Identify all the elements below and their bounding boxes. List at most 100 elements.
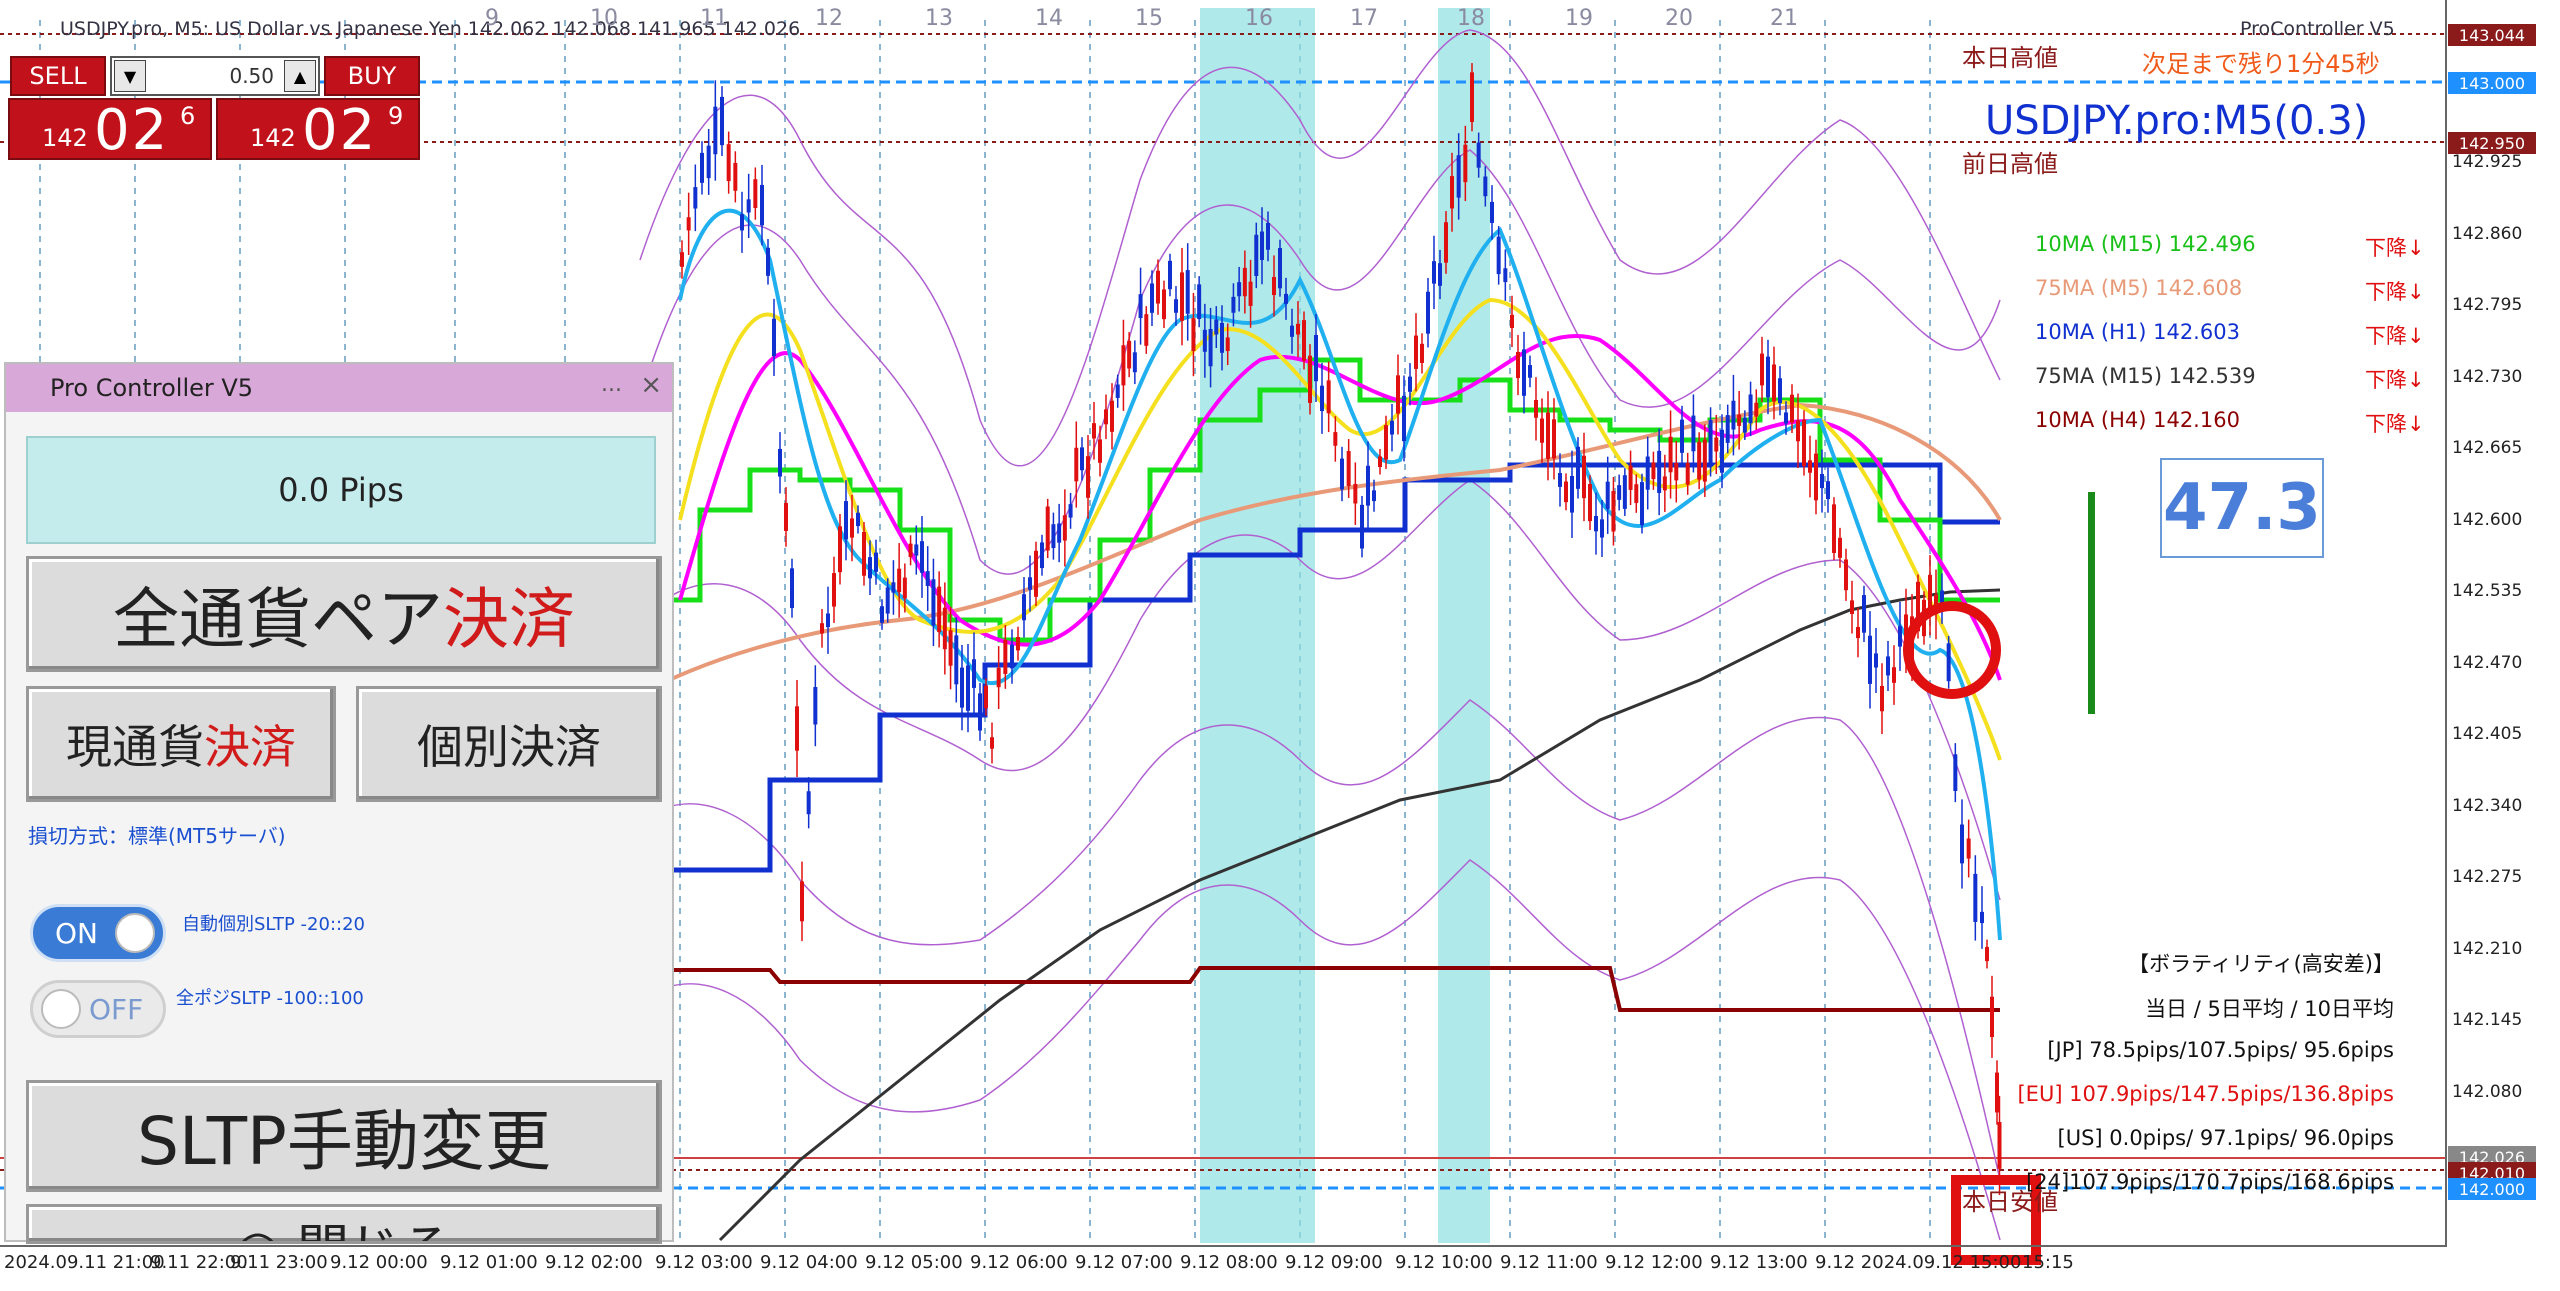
countdown-label: 次足まで残り1分45秒: [2142, 50, 2380, 78]
time-axis-label: 9.12 02:00: [545, 1252, 643, 1273]
ask-price-big: 02: [302, 98, 378, 163]
date-label: 15: [1135, 6, 1163, 31]
time-axis-label: 9.12 2024.09.12 15:00: [1815, 1252, 2022, 1273]
volatility-row: [24]107.9pips/170.7pips/168.6pips: [2026, 1170, 2394, 1194]
time-axis-label: 9.12 10:00: [1395, 1252, 1493, 1273]
panel-title: Pro Controller V5: [50, 374, 254, 402]
big-number-box: 47.3: [2160, 458, 2324, 558]
price-tag: 143.000: [2448, 72, 2536, 94]
all-position-sltp-toggle[interactable]: OFF: [30, 980, 166, 1038]
highlight-band: [1200, 8, 1315, 1243]
price-axis-label: 142.275: [2452, 867, 2523, 887]
prev-high-label: 前日高値: [1962, 150, 2058, 178]
price-axis-label: 142.925: [2452, 152, 2523, 172]
toggle-off-label: OFF: [89, 993, 144, 1026]
all-sltp-desc: 全ポジSLTP -100::100: [176, 988, 364, 1009]
close-icon[interactable]: ×: [640, 370, 662, 400]
stoploss-method: 損切方式：標準(MT5サーバ): [28, 824, 286, 848]
bid-price-small: 142: [42, 124, 88, 152]
price-axis-label: 142.860: [2452, 223, 2523, 244]
time-axis-label: 9.12 01:00: [440, 1252, 538, 1273]
close-individual-button[interactable]: 個別決済: [356, 686, 662, 802]
ask-price-small: 142: [250, 124, 296, 152]
auto-sltp-desc: 自動個別SLTP -20::20: [182, 914, 365, 935]
price-axis-label: 142.535: [2452, 581, 2523, 601]
time-axis-label: 9.12 08:00: [1180, 1252, 1278, 1273]
date-label: 18: [1457, 6, 1485, 31]
time-axis-label: 9.12 07:00: [1075, 1252, 1173, 1273]
date-label: 13: [925, 6, 953, 31]
date-label: 19: [1565, 6, 1593, 31]
close-current-label-red: 決済: [204, 720, 296, 774]
panel-title-bar[interactable]: Pro Controller V5 ... ×: [6, 364, 672, 412]
minimize-icon[interactable]: ...: [601, 372, 622, 397]
ask-price-pipette: 9: [388, 102, 404, 130]
ma-row-label: 10MA (M15) 142.496: [2035, 232, 2256, 256]
time-axis-label: 9.12 04:00: [760, 1252, 858, 1273]
date-label: 21: [1770, 6, 1798, 31]
price-axis-label: 142.340: [2452, 795, 2523, 816]
price-axis-label: 142.080: [2452, 1081, 2523, 1102]
toggle-on-label: ON: [55, 917, 98, 950]
ask-price[interactable]: 142 02 9: [216, 98, 420, 163]
sell-button[interactable]: SELL: [10, 56, 106, 96]
one-click-trade-panel: SELL ▼ 0.50 ▲ BUY 142 02 6 142 02 9: [6, 52, 420, 163]
date-label: 16: [1245, 6, 1273, 31]
price-axis-label: 142.405: [2452, 724, 2523, 744]
time-axis-label: 9.12 06:00: [970, 1252, 1068, 1273]
volatility-row: [US] 0.0pips/ 97.1pips/ 96.0pips: [2057, 1126, 2394, 1150]
price-tag: 143.044: [2448, 24, 2536, 46]
close-all-label-red: 決済: [443, 581, 575, 658]
time-axis-label: 15:15: [2022, 1252, 2074, 1273]
close-current-pair-button[interactable]: 現通貨 決済: [26, 686, 336, 802]
date-label: 10: [590, 6, 618, 31]
bid-price[interactable]: 142 02 6: [8, 98, 212, 162]
time-axis-label: 9.12 00:00: [330, 1252, 428, 1273]
ma-row-trend: 下降↓: [2365, 324, 2425, 348]
price-tag: 142.000: [2448, 1178, 2536, 1200]
price-axis-label: 142.730: [2452, 366, 2523, 387]
date-label: 17: [1350, 6, 1378, 31]
pips-display: 0.0 Pips: [26, 436, 656, 544]
time-axis-label: 9.12 12:00: [1605, 1252, 1703, 1273]
mt5-chart-window: USDJPY.pro, M5: US Dollar vs Japanese Ye…: [0, 0, 2560, 1291]
ma-row-trend: 下降↓: [2365, 280, 2425, 304]
time-axis-label: 9.12 11:00: [1500, 1252, 1598, 1273]
price-tag: 142.950: [2448, 132, 2536, 154]
lot-value[interactable]: 0.50: [148, 64, 282, 88]
top-right-label: ProController V5: [2240, 18, 2395, 40]
auto-sltp-toggle[interactable]: ON: [30, 904, 166, 962]
price-axis-label: 142.470: [2452, 652, 2523, 673]
volatility-row: [EU] 107.9pips/147.5pips/136.8pips: [2017, 1082, 2394, 1106]
sltp-manual-change-button[interactable]: SLTP手動変更: [26, 1080, 662, 1192]
ma-row-label: 10MA (H1) 142.603: [2035, 320, 2240, 344]
ma-row-label: 75MA (M5) 142.608: [2035, 276, 2243, 300]
price-axis-label: 142.145: [2452, 1010, 2523, 1030]
lot-down-icon[interactable]: ▼: [114, 60, 146, 92]
today-high-label: 本日高値: [1962, 44, 2058, 72]
volatility-subtitle: 当日 / 5日平均 / 10日平均: [2145, 997, 2394, 1021]
close-panel-button[interactable]: ◎ 閉じる: [26, 1204, 662, 1244]
buy-button[interactable]: BUY: [324, 56, 420, 96]
ma-row-label: 75MA (M15) 142.539: [2035, 364, 2256, 388]
time-axis-label: 9.12 13:00: [1710, 1252, 1808, 1273]
date-label: 12: [815, 6, 843, 31]
price-axis-label: 142.795: [2452, 295, 2523, 315]
ma-row-trend: 下降↓: [2365, 412, 2425, 436]
close-all-pairs-button[interactable]: 全通貨ペア 決済: [26, 556, 662, 672]
time-axis-label: 9.12 05:00: [865, 1252, 963, 1273]
volatility-title: 【ボラティリティ(高安差)】: [2128, 952, 2394, 976]
date-label: 20: [1665, 6, 1693, 31]
time-axis-label: 2024.09.11 21:00: [4, 1252, 165, 1273]
price-axis-label: 142.665: [2452, 438, 2523, 458]
date-label: 11: [700, 6, 728, 31]
time-axis-label: 9.12 09:00: [1285, 1252, 1383, 1273]
toggle-knob: [41, 989, 81, 1029]
highlight-band: [1438, 8, 1490, 1243]
window-title: USDJPY.pro, M5: US Dollar vs Japanese Ye…: [60, 18, 801, 40]
ma-row-trend: 下降↓: [2365, 368, 2425, 392]
lot-size-stepper[interactable]: ▼ 0.50 ▲: [110, 56, 320, 96]
lot-up-icon[interactable]: ▲: [284, 60, 316, 92]
time-axis-label: 9.11 23:00: [230, 1252, 328, 1273]
pro-controller-panel: Pro Controller V5 ... × 0.0 Pips 全通貨ペア 決済…: [4, 362, 674, 1244]
